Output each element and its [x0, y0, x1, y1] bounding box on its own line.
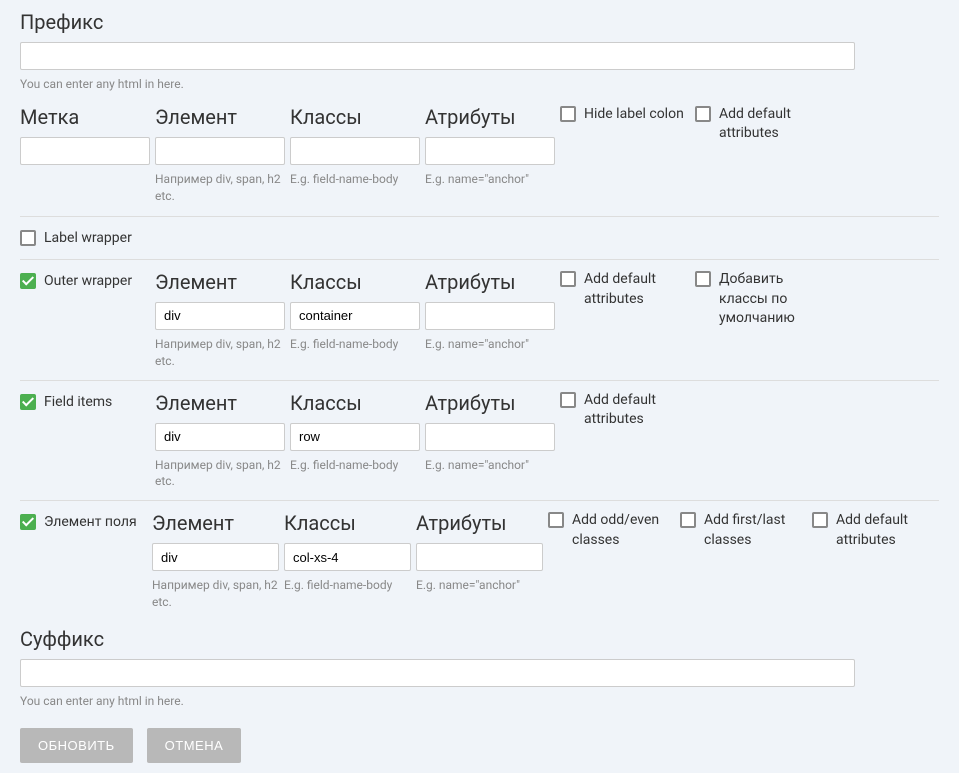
main-element-input[interactable] [155, 137, 285, 165]
ep-attrs-label: Атрибуты [416, 511, 543, 535]
main-attrs-hint: E.g. name="anchor" [425, 171, 555, 188]
metka-input[interactable] [20, 137, 150, 165]
outer-classes-label: Классы [290, 270, 420, 294]
suffix-input[interactable] [20, 659, 855, 687]
ep-classes-input[interactable] [284, 543, 411, 571]
main-attrs-label: Атрибуты [425, 105, 555, 129]
ep-add-default-attrs-checkbox[interactable]: Add default attributes [812, 511, 939, 550]
outer-element-input[interactable] [155, 302, 285, 330]
hide-label-colon-text: Hide label colon [584, 105, 684, 125]
ep-classes-hint: E.g. field-name-body [284, 577, 411, 594]
cancel-button[interactable]: ОТМЕНА [147, 728, 242, 763]
field-items-checkbox[interactable]: Field items [20, 393, 150, 413]
ep-add-firstlast-text: Add first/last classes [704, 511, 807, 550]
fielditems-add-default-attrs-checkbox[interactable]: Add default attributes [560, 391, 690, 430]
fielditems-attrs-label: Атрибуты [425, 391, 555, 415]
main-classes-label: Классы [290, 105, 420, 129]
outer-element-hint: Например div, span, h2 etc. [155, 336, 285, 370]
ep-element-hint: Например div, span, h2 etc. [152, 577, 279, 611]
fielditems-element-input[interactable] [155, 423, 285, 451]
main-attrs-input[interactable] [425, 137, 555, 165]
outer-attrs-label: Атрибуты [425, 270, 555, 294]
ep-add-default-attrs-text: Add default attributes [836, 511, 939, 550]
ep-attrs-hint: E.g. name="anchor" [416, 577, 543, 594]
submit-button[interactable]: ОБНОВИТЬ [20, 728, 133, 763]
main-add-default-attrs-text: Add default attributes [719, 105, 825, 144]
outer-classes-hint: E.g. field-name-body [290, 336, 420, 353]
outer-classes-input[interactable] [290, 302, 420, 330]
outer-attrs-hint: E.g. name="anchor" [425, 336, 555, 353]
ep-add-oddeven-checkbox[interactable]: Add odd/even classes [548, 511, 675, 550]
outer-add-default-attrs-checkbox[interactable]: Add default attributes [560, 270, 690, 309]
fielditems-element-hint: Например div, span, h2 etc. [155, 457, 285, 491]
fielditems-add-default-attrs-text: Add default attributes [584, 391, 690, 430]
label-wrapper-text: Label wrapper [44, 229, 132, 249]
outer-attrs-input[interactable] [425, 302, 555, 330]
fielditems-classes-input[interactable] [290, 423, 420, 451]
fielditems-element-label: Элемент [155, 391, 285, 415]
element-polya-checkbox[interactable]: Элемент поля [20, 513, 147, 533]
metka-label: Метка [20, 105, 150, 129]
prefix-input[interactable] [20, 42, 855, 70]
suffix-label: Суффикс [20, 627, 939, 651]
ep-attrs-input[interactable] [416, 543, 543, 571]
main-classes-hint: E.g. field-name-body [290, 171, 420, 188]
hide-label-colon-checkbox[interactable]: Hide label colon [560, 105, 690, 125]
ep-add-firstlast-checkbox[interactable]: Add first/last classes [680, 511, 807, 550]
outer-add-default-classes-checkbox[interactable]: Добавить классы по умолчанию [695, 270, 825, 329]
ep-classes-label: Классы [284, 511, 411, 535]
fielditems-attrs-hint: E.g. name="anchor" [425, 457, 555, 474]
main-add-default-attrs-checkbox[interactable]: Add default attributes [695, 105, 825, 144]
ep-add-oddeven-text: Add odd/even classes [572, 511, 675, 550]
ep-element-label: Элемент [152, 511, 279, 535]
element-polya-text: Элемент поля [44, 513, 137, 533]
main-element-label: Элемент [155, 105, 285, 129]
main-element-hint: Например div, span, h2 etc. [155, 171, 285, 205]
fielditems-classes-label: Классы [290, 391, 420, 415]
outer-add-default-classes-text: Добавить классы по умолчанию [719, 270, 825, 329]
fielditems-classes-hint: E.g. field-name-body [290, 457, 420, 474]
outer-element-label: Элемент [155, 270, 285, 294]
suffix-hint: You can enter any html in here. [20, 693, 939, 710]
label-wrapper-checkbox[interactable]: Label wrapper [20, 229, 150, 249]
field-items-text: Field items [44, 393, 112, 413]
outer-wrapper-checkbox[interactable]: Outer wrapper [20, 272, 150, 292]
main-classes-input[interactable] [290, 137, 420, 165]
ep-element-input[interactable] [152, 543, 279, 571]
outer-wrapper-text: Outer wrapper [44, 272, 132, 292]
prefix-label: Префикс [20, 10, 939, 34]
outer-add-default-attrs-text: Add default attributes [584, 270, 690, 309]
prefix-hint: You can enter any html in here. [20, 76, 939, 93]
fielditems-attrs-input[interactable] [425, 423, 555, 451]
